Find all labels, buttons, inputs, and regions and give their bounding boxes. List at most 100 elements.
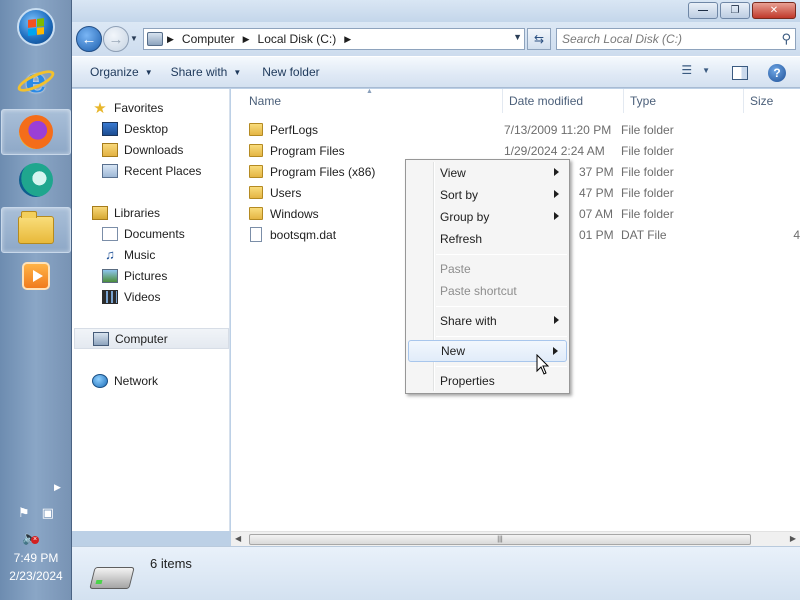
hard-drive-icon	[89, 567, 135, 589]
preview-pane-button[interactable]	[732, 66, 748, 80]
breadcrumb-arrow-icon[interactable]: ▶	[243, 34, 250, 45]
nav-libraries[interactable]: Libraries	[92, 202, 160, 223]
action-center-flag-icon[interactable]: ⚑	[18, 505, 30, 521]
mouse-cursor-icon	[536, 354, 550, 375]
file-row[interactable]: PerfLogs 7/13/2009 11:20 PM File folder	[231, 119, 800, 140]
folder-icon	[249, 144, 263, 157]
nav-downloads[interactable]: Downloads	[102, 139, 183, 160]
breadcrumb-computer[interactable]: Computer ▶	[182, 32, 250, 46]
nav-documents[interactable]: Documents	[102, 223, 185, 244]
chevron-down-icon: ▼	[702, 65, 710, 75]
breadcrumb-arrow-icon[interactable]: ▶	[167, 34, 174, 45]
nav-computer[interactable]: Computer	[74, 328, 229, 349]
taskbar: e ▶ ⚑ ▣ 🔈 × 7:49 PM 2/23/2024	[0, 0, 72, 600]
start-button[interactable]	[1, 4, 71, 50]
minimize-button[interactable]: —	[688, 2, 718, 19]
volume-muted-icon[interactable]: 🔈 ×	[22, 530, 39, 546]
share-with-button[interactable]: Share with ▼	[162, 56, 251, 88]
file-row[interactable]: Program Files 1/29/2024 2:24 AM File fol…	[231, 140, 800, 161]
help-button[interactable]: ?	[768, 64, 786, 82]
menu-item-paste[interactable]: Paste	[408, 258, 567, 280]
command-bar: Organize ▼ Share with ▼ New folder ☰ ▼ ?	[72, 56, 800, 88]
menu-item-refresh[interactable]: Refresh	[408, 228, 567, 250]
scroll-left-icon[interactable]: ◀	[235, 534, 241, 543]
maximize-button[interactable]: ❐	[720, 2, 750, 19]
media-player-icon	[22, 262, 50, 290]
taskbar-media-player[interactable]	[1, 253, 71, 299]
clock-time[interactable]: 7:49 PM	[0, 551, 72, 565]
taskbar-edge[interactable]	[1, 157, 71, 203]
menu-item-view[interactable]: View	[408, 162, 567, 184]
column-name[interactable]: ▲ Name	[231, 89, 503, 113]
address-bar[interactable]: ▶ Computer ▶ Local Disk (C:) ▶ ▼	[143, 28, 525, 50]
network-icon	[92, 373, 108, 388]
navigation-pane: ★ Favorites Desktop Downloads Recent Pla…	[72, 89, 230, 531]
navigation-bar: ← → ▼ ▶ Computer ▶ Local Disk (C:) ▶ ▼ ⇆…	[72, 22, 800, 56]
column-size[interactable]: Size	[744, 89, 800, 113]
nav-recent-places[interactable]: Recent Places	[102, 160, 201, 181]
menu-item-paste-shortcut[interactable]: Paste shortcut	[408, 280, 567, 302]
menu-item-group-by[interactable]: Group by	[408, 206, 567, 228]
forward-button[interactable]: →	[103, 26, 129, 52]
address-history-dropdown-icon[interactable]: ▼	[513, 32, 522, 42]
submenu-arrow-icon	[554, 168, 559, 176]
refresh-button[interactable]: ⇆	[527, 28, 551, 50]
details-pane: 6 items	[72, 546, 800, 600]
menu-item-share-with[interactable]: Share with	[408, 310, 567, 332]
column-type[interactable]: Type	[624, 89, 744, 113]
videos-icon	[102, 289, 118, 304]
recent-pages-dropdown-icon[interactable]: ▼	[130, 34, 138, 43]
submenu-arrow-icon	[554, 316, 559, 324]
nav-desktop[interactable]: Desktop	[102, 118, 168, 139]
search-input[interactable]	[562, 30, 772, 48]
item-count: 6 items	[150, 556, 192, 571]
organize-button[interactable]: Organize ▼	[72, 56, 162, 88]
change-view-button[interactable]: ☰ ▼	[681, 63, 710, 77]
downloads-folder-icon	[102, 142, 118, 157]
file-icon	[250, 227, 262, 242]
taskbar-internet-explorer[interactable]: e	[1, 58, 71, 104]
horizontal-scrollbar[interactable]: ◀ ||| ▶	[231, 531, 800, 546]
edge-icon	[19, 163, 53, 197]
star-icon: ★	[93, 99, 107, 117]
folder-icon	[249, 186, 263, 199]
nav-network[interactable]: Network	[92, 370, 158, 391]
submenu-arrow-icon	[554, 190, 559, 198]
scroll-right-icon[interactable]: ▶	[790, 534, 796, 543]
close-button[interactable]: ✕	[752, 2, 796, 19]
breadcrumb-local-disk[interactable]: Local Disk (C:) ▶	[258, 32, 352, 46]
scrollbar-thumb[interactable]: |||	[249, 534, 751, 545]
submenu-arrow-icon	[554, 212, 559, 220]
network-tray-icon[interactable]: ▣	[42, 505, 54, 521]
nav-favorites[interactable]: ★ Favorites	[92, 97, 163, 118]
nav-music[interactable]: ♫ Music	[102, 244, 155, 265]
submenu-arrow-icon	[553, 347, 558, 355]
back-button[interactable]: ←	[76, 26, 102, 52]
recent-places-icon	[102, 163, 118, 178]
menu-item-sort-by[interactable]: Sort by	[408, 184, 567, 206]
computer-icon	[93, 331, 109, 346]
menu-separator	[436, 254, 567, 255]
column-date-modified[interactable]: Date modified	[503, 89, 624, 113]
title-bar[interactable]: — ❐ ✕	[72, 0, 800, 22]
search-box[interactable]: ⚲	[556, 28, 796, 50]
search-icon[interactable]: ⚲	[781, 31, 791, 47]
clock-date[interactable]: 2/23/2024	[0, 569, 72, 583]
taskbar-firefox[interactable]	[1, 109, 71, 155]
details-view-icon: ☰	[681, 63, 693, 77]
column-header: ▲ Name Date modified Type Size	[231, 89, 800, 113]
taskbar-windows-explorer[interactable]	[1, 207, 71, 253]
show-hidden-icons-arrow-icon[interactable]: ▶	[54, 482, 61, 493]
nav-pictures[interactable]: Pictures	[102, 265, 167, 286]
menu-separator	[436, 306, 567, 307]
breadcrumb-arrow-icon[interactable]: ▶	[344, 34, 351, 45]
nav-videos[interactable]: Videos	[102, 286, 160, 307]
new-folder-button[interactable]: New folder	[250, 56, 328, 88]
computer-icon	[147, 32, 163, 46]
folder-icon	[249, 165, 263, 178]
chevron-down-icon: ▼	[233, 67, 242, 77]
pictures-icon	[102, 268, 118, 283]
sort-ascending-icon: ▲	[366, 89, 373, 95]
refresh-icon: ⇆	[533, 32, 545, 46]
documents-icon	[102, 226, 118, 241]
